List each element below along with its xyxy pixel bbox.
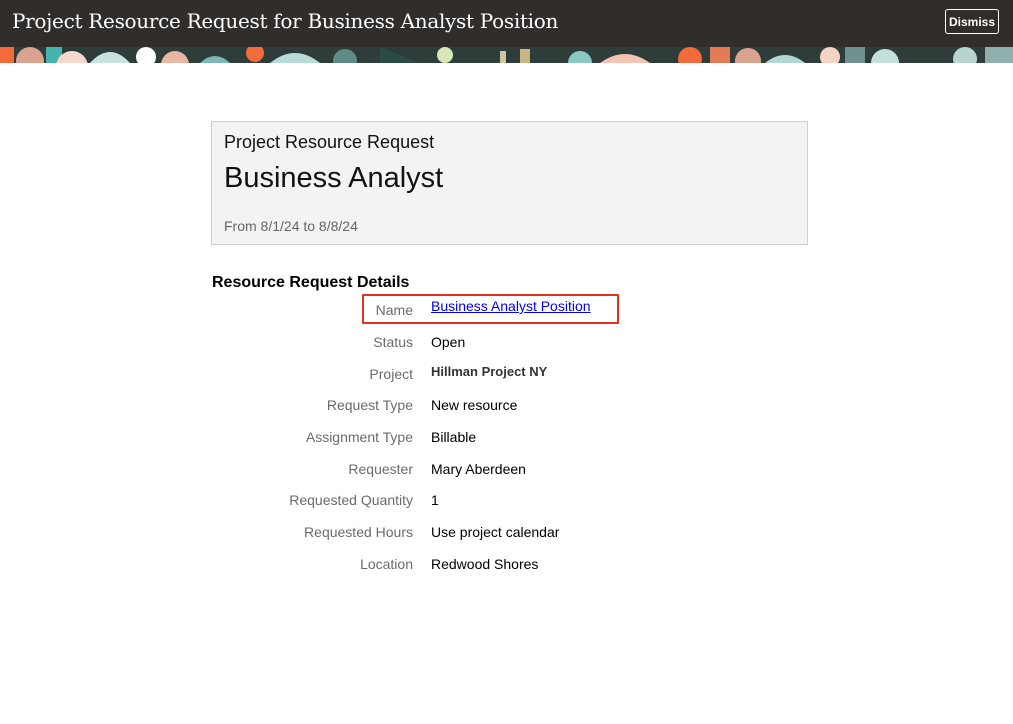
requested-hours-value: Use project calendar: [431, 524, 560, 540]
section-heading: Resource Request Details: [212, 274, 410, 291]
summary-card: Project Resource Request Business Analys…: [211, 121, 808, 245]
project-value: Hillman Project NY: [431, 364, 548, 379]
assignment-type-label: Assignment Type: [305, 429, 413, 445]
requester-value: Mary Aberdeen: [431, 461, 526, 477]
requested-quantity-value: 1: [431, 492, 439, 508]
requested-hours-label: Requested Hours: [304, 524, 413, 540]
app-header: Project Resource Request for Business An…: [0, 0, 1013, 47]
status-value: Open: [431, 334, 466, 350]
request-type-value: New resource: [431, 397, 518, 413]
page-title: Project Resource Request for Business An…: [12, 9, 559, 33]
location-value: Redwood Shores: [431, 556, 539, 572]
dismiss-button[interactable]: Dismiss: [945, 9, 999, 34]
banner-pattern-graphic: [0, 47, 1013, 63]
name-label: Name: [375, 302, 413, 318]
card-subtitle: Project Resource Request: [224, 132, 435, 152]
decorative-banner: [0, 47, 1013, 63]
request-type-label: Request Type: [326, 397, 413, 413]
requested-quantity-label: Requested Quantity: [289, 492, 413, 508]
card-title: Business Analyst: [224, 162, 444, 194]
card-date-range: From 8/1/24 to 8/8/24: [224, 218, 358, 234]
name-link[interactable]: Business Analyst Position: [431, 298, 591, 314]
project-label: Project: [369, 366, 413, 382]
assignment-type-value: Billable: [431, 429, 477, 445]
requester-label: Requester: [348, 461, 413, 477]
status-label: Status: [373, 334, 413, 350]
location-label: Location: [360, 556, 413, 572]
